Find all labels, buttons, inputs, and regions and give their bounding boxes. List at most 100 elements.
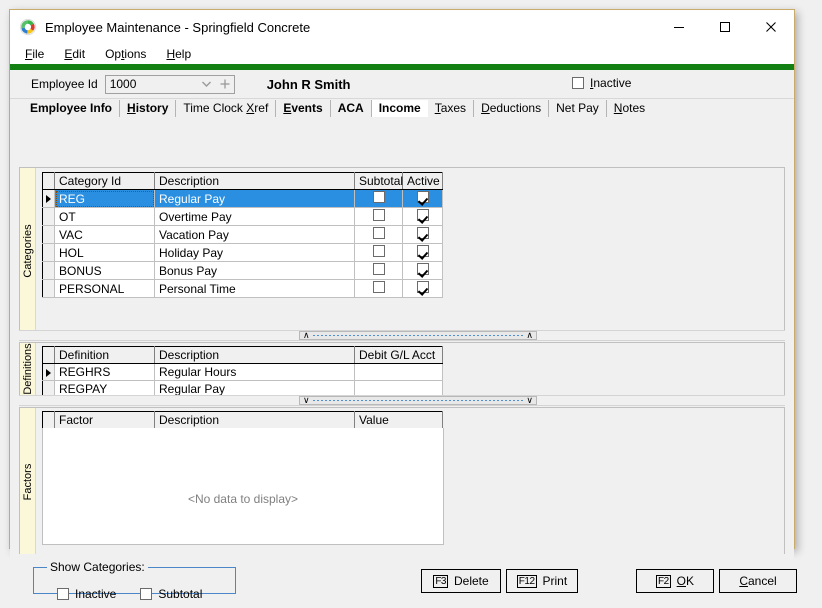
table-row[interactable]: HOL Holiday Pay <box>43 244 443 262</box>
definitions-grid[interactable]: Definition Description Debit G/L Acct RE… <box>42 346 443 395</box>
cell-category-id[interactable]: PERSONAL <box>55 280 155 298</box>
tab-employee-info[interactable]: Employee Info <box>23 100 120 118</box>
table-row[interactable]: OT Overtime Pay <box>43 208 443 226</box>
categories-grid[interactable]: Category Id Description Subtotal Active … <box>42 172 443 298</box>
cell-description[interactable]: Holiday Pay <box>155 244 355 262</box>
cell-category-id[interactable]: REG <box>55 190 155 208</box>
cell-description[interactable]: Bonus Pay <box>155 262 355 280</box>
cell-subtotal[interactable] <box>355 190 403 208</box>
cell-description[interactable]: Personal Time <box>155 280 355 298</box>
subtotal-checkbox[interactable] <box>373 263 385 275</box>
subtotal-checkbox[interactable] <box>373 227 385 239</box>
cell-description[interactable]: Regular Hours <box>155 364 355 381</box>
inactive-checkbox-group[interactable]: Inactive <box>572 76 631 90</box>
table-row[interactable]: PERSONAL Personal Time <box>43 280 443 298</box>
cell-description[interactable]: Overtime Pay <box>155 208 355 226</box>
tab-deductions[interactable]: Deductions <box>474 100 549 118</box>
active-checkbox[interactable] <box>417 245 429 257</box>
splitter-handle-upper[interactable]: ∧ ∧ <box>299 331 537 340</box>
cell-subtotal[interactable] <box>355 208 403 226</box>
cell-category-id[interactable]: VAC <box>55 226 155 244</box>
minimize-button[interactable] <box>656 10 702 44</box>
factors-grid[interactable]: Factor Description Value <box>42 411 443 429</box>
cell-active[interactable] <box>403 208 443 226</box>
show-subtotal-checkbox-group[interactable]: Subtotal <box>140 587 202 601</box>
definitions-factors-splitter[interactable]: ∨ ∨ <box>19 395 785 406</box>
cell-active[interactable] <box>403 280 443 298</box>
cell-description[interactable]: Regular Pay <box>155 381 355 396</box>
active-checkbox[interactable] <box>417 191 429 203</box>
chevron-down-icon[interactable] <box>198 76 216 93</box>
cell-debit-gl-acct[interactable] <box>355 364 443 381</box>
employee-id-combo[interactable]: 1000 <box>105 75 235 94</box>
factors-section-tab[interactable]: Factors <box>20 408 36 556</box>
maximize-button[interactable] <box>702 10 748 44</box>
close-button[interactable] <box>748 10 794 44</box>
column-header-description[interactable]: Description <box>155 412 355 429</box>
column-header-category-id[interactable]: Category Id <box>55 173 155 190</box>
tab-net-pay[interactable]: Net Pay <box>549 100 607 118</box>
cell-description[interactable]: Vacation Pay <box>155 226 355 244</box>
tab-taxes[interactable]: Taxes <box>428 100 474 118</box>
add-employee-icon[interactable] <box>216 76 234 93</box>
cell-definition[interactable]: REGHRS <box>55 364 155 381</box>
menu-item-options[interactable]: Options <box>103 46 148 62</box>
cell-active[interactable] <box>403 190 443 208</box>
active-checkbox[interactable] <box>417 281 429 293</box>
categories-definitions-splitter[interactable]: ∧ ∧ <box>19 330 785 341</box>
cell-category-id[interactable]: BONUS <box>55 262 155 280</box>
tab-history[interactable]: History <box>120 100 176 118</box>
show-inactive-checkbox[interactable] <box>57 588 69 600</box>
table-row[interactable]: BONUS Bonus Pay <box>43 262 443 280</box>
column-header-debit-gl-acct[interactable]: Debit G/L Acct <box>355 347 443 364</box>
subtotal-checkbox[interactable] <box>373 281 385 293</box>
active-checkbox[interactable] <box>417 263 429 275</box>
menu-item-help[interactable]: Help <box>164 46 193 62</box>
chevron-up-icon-right[interactable]: ∧ <box>526 332 533 340</box>
column-header-subtotal[interactable]: Subtotal <box>355 173 403 190</box>
column-header-active[interactable]: Active <box>403 173 443 190</box>
cancel-button[interactable]: Cancel <box>719 569 797 593</box>
chevron-up-icon-left[interactable]: ∧ <box>303 332 310 340</box>
inactive-checkbox[interactable] <box>572 77 584 89</box>
show-subtotal-checkbox[interactable] <box>140 588 152 600</box>
table-row[interactable]: REGHRS Regular Hours <box>43 364 443 381</box>
column-header-factor[interactable]: Factor <box>55 412 155 429</box>
cell-description[interactable]: Regular Pay <box>155 190 355 208</box>
column-header-value[interactable]: Value <box>355 412 443 429</box>
menu-item-file[interactable]: File <box>23 46 46 62</box>
table-row[interactable]: REG Regular Pay <box>43 190 443 208</box>
chevron-down-icon-left[interactable]: ∨ <box>303 397 310 405</box>
table-row[interactable]: VAC Vacation Pay <box>43 226 443 244</box>
definitions-section-tab[interactable]: Definitions <box>20 343 36 395</box>
tab-income[interactable]: Income <box>372 100 428 118</box>
active-checkbox[interactable] <box>417 209 429 221</box>
cell-subtotal[interactable] <box>355 226 403 244</box>
column-header-description[interactable]: Description <box>155 347 355 364</box>
cell-debit-gl-acct[interactable] <box>355 381 443 396</box>
tab-aca[interactable]: ACA <box>331 100 372 118</box>
delete-button[interactable]: F3 Delete <box>421 569 501 593</box>
subtotal-checkbox[interactable] <box>373 191 385 203</box>
cell-subtotal[interactable] <box>355 262 403 280</box>
column-header-description[interactable]: Description <box>155 173 355 190</box>
cell-active[interactable] <box>403 262 443 280</box>
cell-subtotal[interactable] <box>355 244 403 262</box>
subtotal-checkbox[interactable] <box>373 209 385 221</box>
column-header-definition[interactable]: Definition <box>55 347 155 364</box>
active-checkbox[interactable] <box>417 227 429 239</box>
cell-subtotal[interactable] <box>355 280 403 298</box>
cell-active[interactable] <box>403 244 443 262</box>
show-inactive-checkbox-group[interactable]: Inactive <box>57 587 116 601</box>
cell-category-id[interactable]: HOL <box>55 244 155 262</box>
cell-category-id[interactable]: OT <box>55 208 155 226</box>
menu-item-edit[interactable]: Edit <box>62 46 87 62</box>
tab-notes[interactable]: Notes <box>607 100 652 118</box>
categories-section-tab[interactable]: Categories <box>20 168 36 333</box>
tab-events[interactable]: Events <box>276 100 330 118</box>
print-button[interactable]: F12 Print <box>506 569 578 593</box>
table-row[interactable]: REGPAY Regular Pay <box>43 381 443 396</box>
cell-definition[interactable]: REGPAY <box>55 381 155 396</box>
tab-time-clock-xref[interactable]: Time Clock Xref <box>176 100 276 118</box>
splitter-handle-lower[interactable]: ∨ ∨ <box>299 396 537 405</box>
